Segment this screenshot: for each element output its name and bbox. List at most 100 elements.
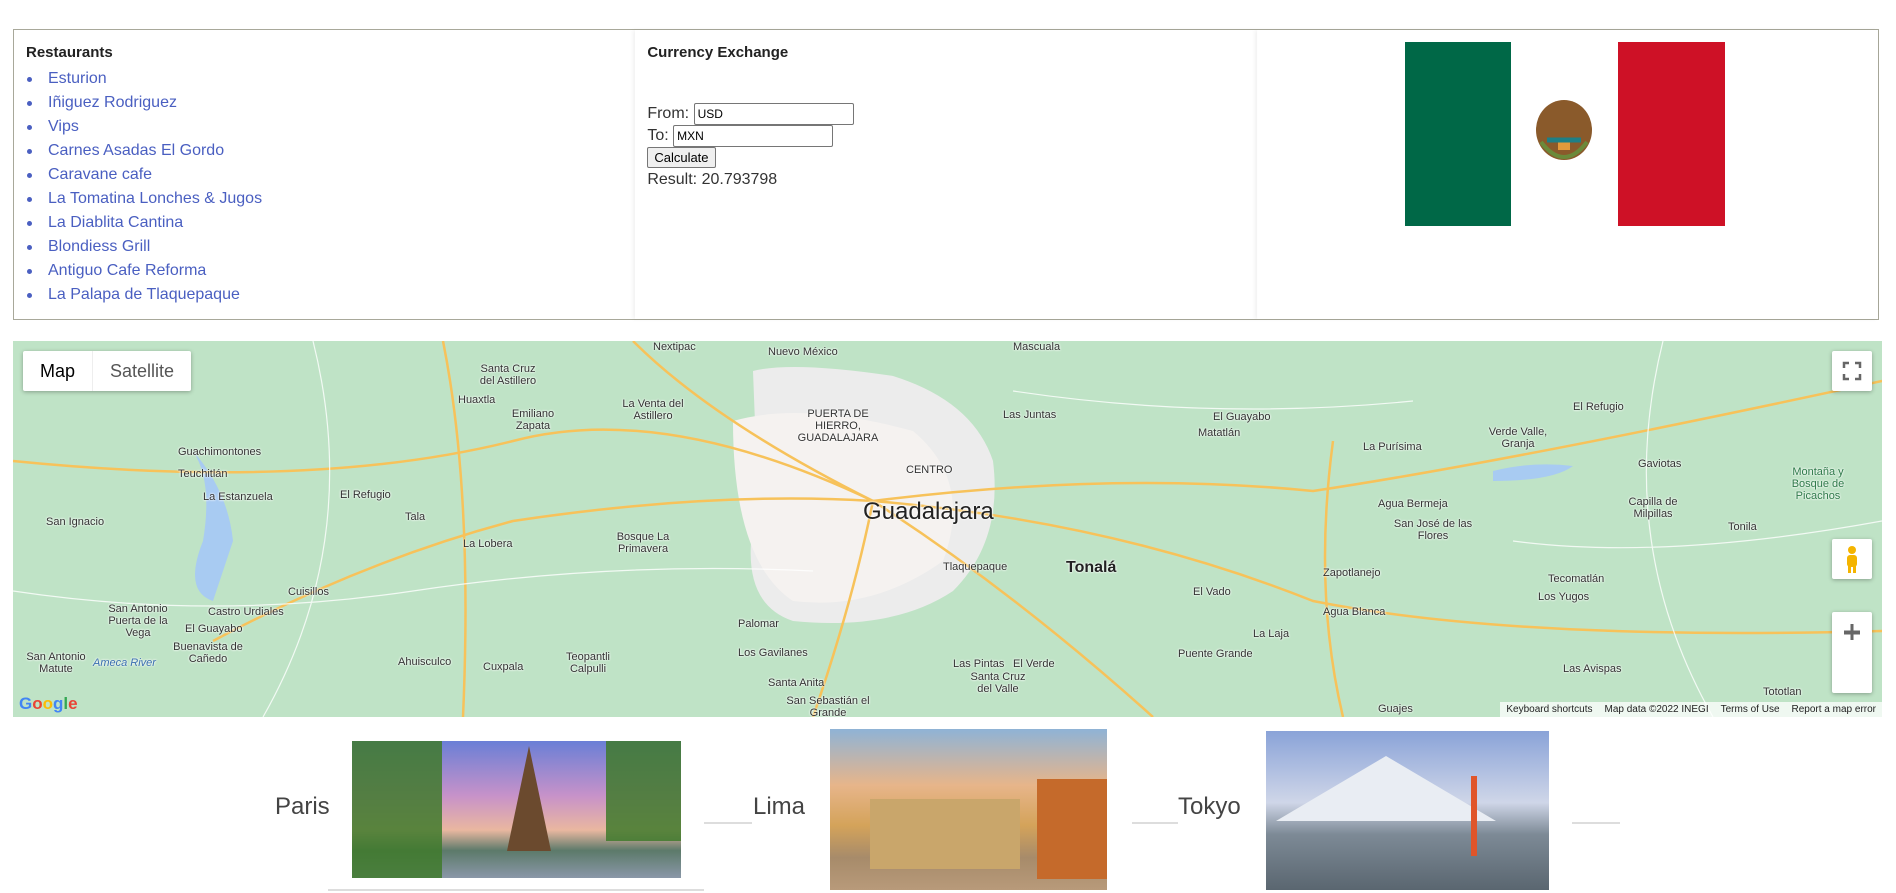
map-label: Capilla de Milpillas [1628, 496, 1678, 520]
restaurant-link[interactable]: Esturion [26, 67, 623, 91]
map-label: Tlaquepaque [943, 561, 1008, 573]
map-label: El Refugio [340, 489, 391, 501]
map-label: La Purísima [1363, 441, 1422, 453]
map-label: San Ignacio [46, 516, 105, 528]
result-text: Result: 20.793798 [647, 171, 778, 188]
map-label: Mascuala [1013, 341, 1061, 353]
currency-title: Currency Exchange [647, 44, 789, 61]
map-data-text: Map data ©2022 INEGI [1604, 704, 1709, 715]
map-label: El Refugio [1573, 401, 1624, 413]
calculate-button[interactable]: Calculate [647, 147, 716, 168]
fullscreen-button[interactable] [1832, 351, 1872, 391]
restaurant-link[interactable]: Antiguo Cafe Reforma [26, 259, 623, 283]
to-currency-input[interactable] [673, 125, 834, 147]
zoom-out-button[interactable] [1832, 612, 1872, 652]
map-label: Guadalajara [863, 498, 994, 525]
map-label: Cuisillos [288, 586, 329, 598]
map-label: CENTRO [906, 464, 953, 476]
map-type-map-button[interactable]: Map [23, 351, 94, 391]
map-label: Tecomatlán [1548, 573, 1605, 585]
tokyo-image [1266, 731, 1549, 890]
map-label: Cuxpala [483, 661, 524, 673]
map-label: San Antonio Matute [26, 651, 86, 675]
map-label: Castro Urdiales [208, 606, 284, 618]
map-label: Los Yugos [1538, 591, 1590, 603]
fullscreen-icon [1842, 361, 1862, 381]
map-label: Puente Grande [1178, 648, 1253, 660]
from-currency-input[interactable] [693, 103, 854, 125]
map-label: Santa Anita [768, 677, 825, 689]
map-roads [13, 341, 1882, 717]
map-label: Teopantli Calpulli [565, 651, 611, 675]
map-label: Verde Valle, Granja [1488, 426, 1548, 450]
restaurant-link[interactable]: Caravane cafe [26, 163, 623, 187]
map-label: Palomar [738, 618, 779, 630]
mexico-flag [1404, 42, 1725, 226]
map-label: San José de las Flores [1393, 518, 1473, 542]
map-label: Huaxtla [458, 394, 496, 406]
restaurant-link[interactable]: Iñiguez Rodriguez [26, 91, 623, 115]
map-label: Tala [405, 511, 426, 523]
map-label: Agua Bermeja [1378, 498, 1448, 510]
map-label: San Antonio Puerta de la Vega [108, 603, 168, 639]
map-label: San Sebastián el Grande [786, 695, 870, 717]
map-label: Emiliano Zapata [511, 408, 555, 432]
divider [704, 822, 752, 824]
map-label: Bosque La Primavera [616, 531, 670, 555]
city-name-lima: Lima [753, 793, 806, 820]
map-label: PUERTA DE HIERRO, GUADALAJARA [797, 408, 879, 444]
map-label: Montaña y Bosque de Picachos [1791, 466, 1845, 502]
street-view-pegman[interactable] [1832, 539, 1872, 579]
map-label: La Estanzuela [203, 491, 273, 503]
map-type-control: Map Satellite [23, 351, 192, 391]
restaurant-link[interactable]: La Palapa de Tlaquepaque [26, 283, 623, 307]
map-label: La Lobera [463, 538, 513, 550]
map-label: Matatlán [1198, 427, 1241, 439]
divider [328, 889, 704, 891]
map-label: Santa Cruz del Astillero [479, 363, 537, 387]
restaurant-link[interactable]: La Tomatina Lonches & Jugos [26, 187, 623, 211]
flag-section [1257, 30, 1878, 319]
map-label: Gaviotas [1638, 458, 1682, 470]
map-label: Guajes [1378, 703, 1413, 715]
currency-section: Currency Exchange From: To: Calculate Re… [635, 30, 1256, 319]
map-label: Los Gavilanes [738, 647, 808, 659]
restaurants-section: Restaurants Esturion Iñiguez Rodriguez V… [14, 30, 635, 319]
map-label: Santa Cruz del Valle [970, 671, 1026, 695]
restaurant-link[interactable]: La Diablita Cantina [26, 211, 623, 235]
pegman-icon [1847, 546, 1857, 573]
map-label: Zapotlanejo [1323, 567, 1381, 579]
map-label: Tonila [1728, 521, 1757, 533]
map-label: Ahuisculco [398, 656, 452, 668]
google-logo[interactable]: Google [19, 694, 78, 714]
report-error-link[interactable]: Report a map error [1786, 702, 1882, 717]
map-label: El Guayabo [1213, 411, 1271, 423]
map-label: Tototlan [1763, 686, 1802, 698]
map-label: El Guayabo [185, 623, 243, 635]
map-label: Guachimontones [178, 446, 262, 458]
zoom-control [1832, 612, 1872, 693]
map-label: Agua Blanca [1323, 606, 1386, 618]
map-label: El Verde [1013, 658, 1055, 670]
terms-link[interactable]: Terms of Use [1715, 702, 1786, 717]
restaurants-list: Esturion Iñiguez Rodriguez Vips Carnes A… [26, 67, 623, 307]
map-label: Tonalá [1066, 559, 1117, 576]
map-label: Nextipac [653, 341, 696, 353]
divider [1572, 822, 1620, 824]
restaurant-link[interactable]: Carnes Asadas El Gordo [26, 139, 623, 163]
map-label: Buenavista de Cañedo [173, 641, 243, 665]
map[interactable]: Guadalajara Tonalá CENTRO PUERTA DE HIER… [13, 341, 1882, 717]
map-label: El Vado [1193, 586, 1231, 598]
to-label: To: [647, 127, 669, 144]
city-name-paris: Paris [275, 793, 330, 820]
map-label: Las Avispas [1563, 663, 1622, 675]
restaurant-link[interactable]: Vips [26, 115, 623, 139]
map-label: Las Pintas [953, 658, 1005, 670]
map-label: La Venta del Astillero [622, 398, 684, 422]
map-label: La Laja [1253, 628, 1290, 640]
city-name-tokyo: Tokyo [1178, 793, 1241, 820]
keyboard-shortcuts-link[interactable]: Keyboard shortcuts [1500, 702, 1598, 717]
map-footer: Keyboard shortcuts Map data ©2022 INEGI … [1500, 702, 1882, 717]
restaurant-link[interactable]: Blondiess Grill [26, 235, 623, 259]
map-type-satellite-button[interactable]: Satellite [93, 351, 191, 391]
